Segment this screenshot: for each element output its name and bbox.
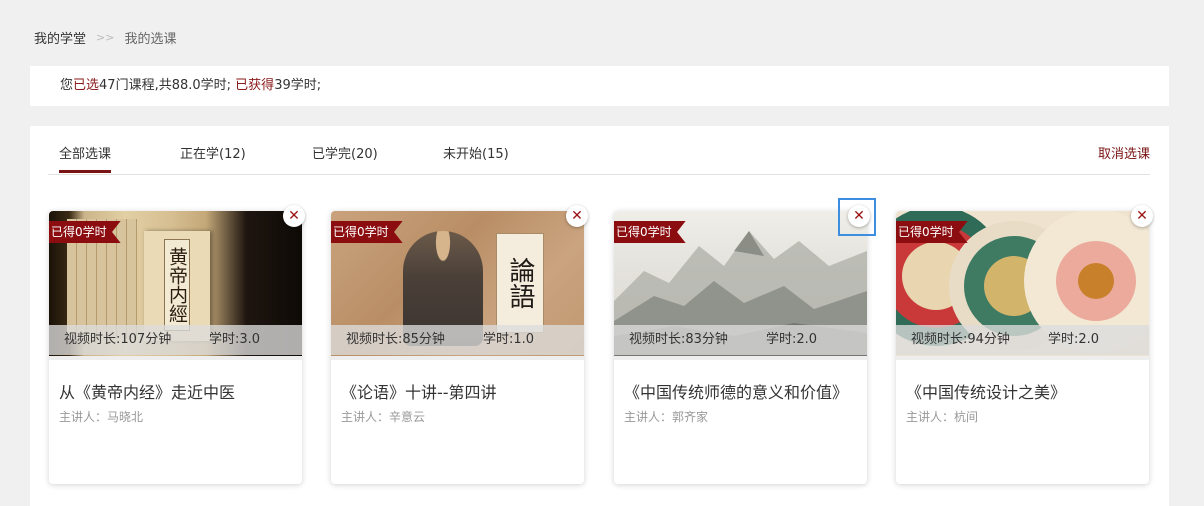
video-duration: 视频时长:107分钟: [64, 332, 172, 347]
breadcrumb-separator: >>: [96, 31, 115, 44]
course-title[interactable]: 《论语》十讲--第四讲: [341, 379, 497, 403]
course-card[interactable]: 已得0学时 视频时长:83分钟 学时:2.0 《中国传统师德的意义和价值》 主讲…: [614, 211, 867, 484]
remove-course-icon[interactable]: ✕: [283, 205, 305, 227]
course-title[interactable]: 《中国传统设计之美》: [906, 379, 1066, 403]
course-card[interactable]: 黄帝内經 已得0学时 视频时长:107分钟 学时:3.0 从《黄帝内经》走近中医…: [49, 211, 302, 484]
video-duration: 视频时长:85分钟: [346, 332, 445, 347]
course-title[interactable]: 《中国传统师德的意义和价值》: [624, 379, 848, 403]
course-card[interactable]: 已得0学时 视频时长:94分钟 学时:2.0 《中国传统设计之美》 主讲人：杭间: [896, 211, 1149, 484]
summary-prefix: 您: [60, 78, 74, 93]
breadcrumb-current: 我的选课: [124, 32, 177, 47]
course-card[interactable]: 論語 已得0学时 视频时长:85分钟 学时:1.0 《论语》十讲--第四讲 主讲…: [331, 211, 584, 484]
progress-marker: [331, 356, 334, 360]
tab-all[interactable]: 全部选课: [59, 143, 112, 173]
credit-hours: 学时:2.0: [766, 332, 818, 347]
credit-hours: 学时:3.0: [209, 332, 261, 347]
course-title[interactable]: 从《黄帝内经》走近中医: [59, 379, 235, 403]
tab-in-progress[interactable]: 正在学(12): [180, 143, 246, 162]
video-duration: 视频时长:94分钟: [911, 332, 1010, 347]
earned-hours-badge: 已得0学时: [896, 221, 968, 243]
progress-marker: [49, 356, 52, 360]
course-thumbnail[interactable]: 論語 已得0学时 视频时长:85分钟 学时:1.0: [331, 211, 584, 360]
course-thumbnail[interactable]: 已得0学时 视频时长:83分钟 学时:2.0: [614, 211, 867, 360]
breadcrumb: 我的学堂 >> 我的选课: [34, 28, 176, 47]
book-title-text: 黄帝内經: [164, 239, 190, 331]
tab-bar: 全部选课 正在学(12) 已学完(20) 未开始(15) 取消选课: [48, 126, 1150, 175]
breadcrumb-home[interactable]: 我的学堂: [34, 28, 86, 47]
course-lecturer: 主讲人：辛意云: [341, 410, 426, 424]
progress-marker: [896, 356, 899, 360]
tab-completed[interactable]: 已学完(20): [312, 143, 378, 162]
earned-hours-badge: 已得0学时: [614, 221, 686, 243]
summary-earned-value: 39学时;: [274, 78, 322, 93]
course-meta-bar: 视频时长:107分钟 学时:3.0: [49, 325, 302, 355]
lunyu-calligraphy: 論語: [496, 233, 544, 333]
course-thumbnail[interactable]: 已得0学时 视频时长:94分钟 学时:2.0: [896, 211, 1149, 360]
progress-marker: [614, 356, 617, 360]
credit-hours: 学时:1.0: [483, 332, 535, 347]
remove-course-icon[interactable]: ✕: [566, 205, 588, 227]
video-duration: 视频时长:83分钟: [629, 332, 728, 347]
earned-hours-badge: 已得0学时: [49, 221, 121, 243]
course-thumbnail[interactable]: 黄帝内經 已得0学时 视频时长:107分钟 学时:3.0: [49, 211, 302, 360]
remove-course-icon[interactable]: ✕: [1131, 205, 1153, 227]
course-meta-bar: 视频时长:83分钟 学时:2.0: [614, 325, 867, 355]
course-summary: 您已选47门课程,共88.0学时; 已获得39学时;: [30, 66, 1169, 106]
credit-hours: 学时:2.0: [1048, 332, 1100, 347]
focus-highlight: [838, 198, 876, 236]
earned-hours-badge: 已得0学时: [331, 221, 403, 243]
summary-earned-label: 已获得: [235, 78, 275, 93]
course-lecturer: 主讲人：杭间: [906, 410, 979, 424]
course-meta-bar: 视频时长:94分钟 学时:2.0: [896, 325, 1149, 355]
tab-not-started[interactable]: 未开始(15): [443, 143, 509, 162]
course-lecturer: 主讲人：马晓北: [59, 410, 144, 424]
course-panel: 全部选课 正在学(12) 已学完(20) 未开始(15) 取消选课 黄帝内經 已…: [30, 126, 1169, 506]
summary-selected-count: 47门课程,共88.0学时;: [99, 78, 232, 93]
summary-selected-label: 已选: [73, 78, 100, 93]
cancel-selection-link[interactable]: 取消选课: [1098, 143, 1150, 162]
course-meta-bar: 视频时长:85分钟 学时:1.0: [331, 325, 584, 355]
course-lecturer: 主讲人：郭齐家: [624, 410, 709, 424]
